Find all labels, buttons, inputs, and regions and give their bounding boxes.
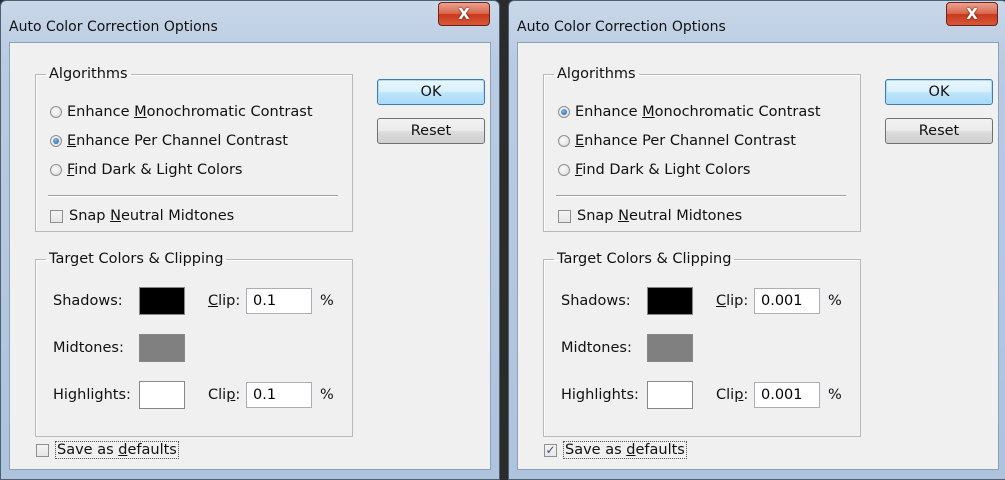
checkbox-icon[interactable]: ✓ xyxy=(544,443,557,457)
checkbox-label: Save as defaults xyxy=(55,441,179,459)
radio-label: Find Dark & Light Colors xyxy=(575,162,751,178)
checkbox-icon[interactable] xyxy=(558,209,571,223)
algorithms-group: Algorithms Enhance Monochromatic Contras… xyxy=(543,66,861,232)
separator xyxy=(556,195,846,197)
algorithms-group: Algorithms Enhance Monochromatic Contras… xyxy=(35,66,353,232)
percent-label: % xyxy=(828,387,842,403)
shadows-label: Shadows: xyxy=(561,293,631,309)
reset-button[interactable]: Reset xyxy=(377,118,485,144)
shadows-clip-input[interactable] xyxy=(246,288,312,314)
shadows-color-swatch[interactable] xyxy=(647,287,693,315)
radio-enhance-per-channel-contrast[interactable]: Enhance Per Channel Contrast xyxy=(50,133,288,149)
algorithms-legend: Algorithms xyxy=(557,66,636,82)
radio-label: Enhance Monochromatic Contrast xyxy=(67,104,313,120)
highlights-color-swatch[interactable] xyxy=(139,381,185,409)
close-button[interactable]: X xyxy=(946,2,998,26)
save-as-defaults-checkbox[interactable]: Save as defaults xyxy=(36,441,179,459)
close-x-icon: X xyxy=(966,5,978,23)
snap-neutral-midtones-checkbox[interactable]: Snap Neutral Midtones xyxy=(50,208,234,224)
highlights-clip-label: Clip: xyxy=(716,387,749,403)
radio-icon[interactable] xyxy=(50,164,62,176)
midtones-label: Midtones: xyxy=(561,340,632,356)
midtones-label: Midtones: xyxy=(53,340,124,356)
percent-label: % xyxy=(320,293,334,309)
auto-color-correction-dialog-right: Auto Color Correction Options X Algorith… xyxy=(508,0,1005,480)
checkbox-label: Save as defaults xyxy=(563,441,687,459)
radio-icon[interactable] xyxy=(558,164,570,176)
checkbox-icon[interactable] xyxy=(50,209,63,223)
radio-icon[interactable] xyxy=(558,135,570,147)
midtones-color-swatch[interactable] xyxy=(139,334,185,362)
checkbox-icon[interactable] xyxy=(36,443,49,457)
radio-enhance-monochromatic-contrast[interactable]: Enhance Monochromatic Contrast xyxy=(50,104,313,120)
radio-label: Enhance Per Channel Contrast xyxy=(67,133,288,149)
title-bar[interactable]: Auto Color Correction Options X xyxy=(509,1,1005,37)
radio-enhance-per-channel-contrast[interactable]: Enhance Per Channel Contrast xyxy=(558,133,796,149)
highlights-clip-input[interactable] xyxy=(754,382,820,408)
target-colors-clipping-group: Target Colors & Clipping Shadows: Clip: … xyxy=(543,251,861,437)
radio-label: Enhance Monochromatic Contrast xyxy=(575,104,821,120)
shadows-clip-input[interactable] xyxy=(754,288,820,314)
highlights-clip-label: Clip: xyxy=(208,387,241,403)
radio-icon[interactable] xyxy=(50,135,62,147)
radio-icon[interactable] xyxy=(558,106,570,118)
radio-label: Enhance Per Channel Contrast xyxy=(575,133,796,149)
shadows-color-swatch[interactable] xyxy=(139,287,185,315)
radio-enhance-monochromatic-contrast[interactable]: Enhance Monochromatic Contrast xyxy=(558,104,821,120)
shadows-clip-label: Clip: xyxy=(208,293,241,309)
radio-icon[interactable] xyxy=(50,106,62,118)
checkbox-label: Snap Neutral Midtones xyxy=(577,208,743,224)
highlights-label: Highlights: xyxy=(561,387,639,403)
radio-label: Find Dark & Light Colors xyxy=(67,162,243,178)
radio-find-dark-light-colors[interactable]: Find Dark & Light Colors xyxy=(558,162,750,178)
dialog-client-area: Algorithms Enhance Monochromatic Contras… xyxy=(517,42,999,470)
title-bar[interactable]: Auto Color Correction Options X xyxy=(1,1,499,37)
shadows-label: Shadows: xyxy=(53,293,123,309)
close-x-icon: X xyxy=(458,5,470,23)
radio-find-dark-light-colors[interactable]: Find Dark & Light Colors xyxy=(50,162,242,178)
percent-label: % xyxy=(320,387,334,403)
separator xyxy=(48,195,338,197)
save-as-defaults-checkbox[interactable]: ✓ Save as defaults xyxy=(544,441,687,459)
target-colors-clipping-group: Target Colors & Clipping Shadows: Clip: … xyxy=(35,251,353,437)
checkbox-label: Snap Neutral Midtones xyxy=(69,208,235,224)
snap-neutral-midtones-checkbox[interactable]: Snap Neutral Midtones xyxy=(558,208,742,224)
highlights-label: Highlights: xyxy=(53,387,131,403)
ok-button[interactable]: OK xyxy=(885,79,993,105)
dialog-title: Auto Color Correction Options xyxy=(517,19,726,35)
highlights-color-swatch[interactable] xyxy=(647,381,693,409)
dialog-client-area: Algorithms Enhance Monochromatic Contras… xyxy=(9,42,491,470)
close-button[interactable]: X xyxy=(438,2,490,26)
dialog-title: Auto Color Correction Options xyxy=(9,19,218,35)
percent-label: % xyxy=(828,293,842,309)
ok-button[interactable]: OK xyxy=(377,79,485,105)
auto-color-correction-dialog-left: Auto Color Correction Options X Algorith… xyxy=(0,0,500,480)
target-colors-legend: Target Colors & Clipping xyxy=(557,251,732,267)
algorithms-legend: Algorithms xyxy=(49,66,128,82)
shadows-clip-label: Clip: xyxy=(716,293,749,309)
target-colors-legend: Target Colors & Clipping xyxy=(49,251,224,267)
highlights-clip-input[interactable] xyxy=(246,382,312,408)
reset-button[interactable]: Reset xyxy=(885,118,993,144)
midtones-color-swatch[interactable] xyxy=(647,334,693,362)
